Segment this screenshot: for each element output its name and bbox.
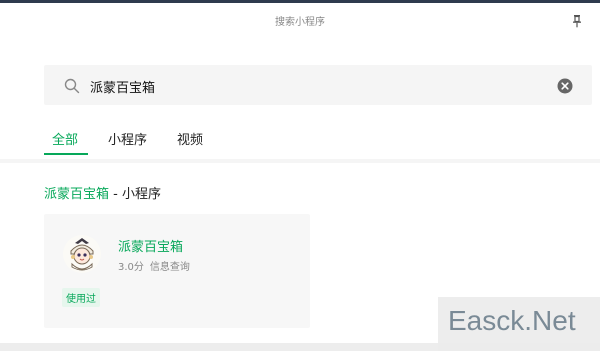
mini-program-result-card[interactable]: 派蒙百宝箱 3.0分 信息查询 使用过 xyxy=(44,214,310,328)
paimon-avatar-icon xyxy=(63,235,101,273)
section-title-keyword: 派蒙百宝箱 xyxy=(44,187,110,202)
app-name[interactable]: 派蒙百宝箱 xyxy=(118,236,183,255)
window-title: 搜索小程序 xyxy=(275,17,325,28)
search-icon xyxy=(64,78,80,94)
watermark-text: Easck.Net xyxy=(448,305,576,336)
used-badge: 使用过 xyxy=(62,288,100,307)
search-bar[interactable] xyxy=(44,65,592,105)
app-rating: 3.0分 xyxy=(118,262,144,273)
search-window: 搜索小程序 全部 小程序 视频 派蒙百宝箱 - 小程序 xyxy=(0,3,600,343)
pin-icon[interactable] xyxy=(570,14,584,28)
app-category: 信息查询 xyxy=(149,262,190,273)
app-meta: 3.0分 信息查询 xyxy=(118,258,190,273)
section-title[interactable]: 派蒙百宝箱 - 小程序 xyxy=(44,183,161,202)
watermark: Easck.Net xyxy=(438,297,600,351)
active-tab-indicator xyxy=(44,153,88,155)
clear-icon[interactable] xyxy=(557,78,573,94)
tab-all[interactable]: 全部 xyxy=(52,129,78,148)
section-title-suffix: - 小程序 xyxy=(109,187,161,202)
tab-mini-programs[interactable]: 小程序 xyxy=(108,129,147,148)
section-divider xyxy=(0,159,600,163)
tab-videos[interactable]: 视频 xyxy=(177,129,203,148)
search-input[interactable] xyxy=(90,76,540,96)
